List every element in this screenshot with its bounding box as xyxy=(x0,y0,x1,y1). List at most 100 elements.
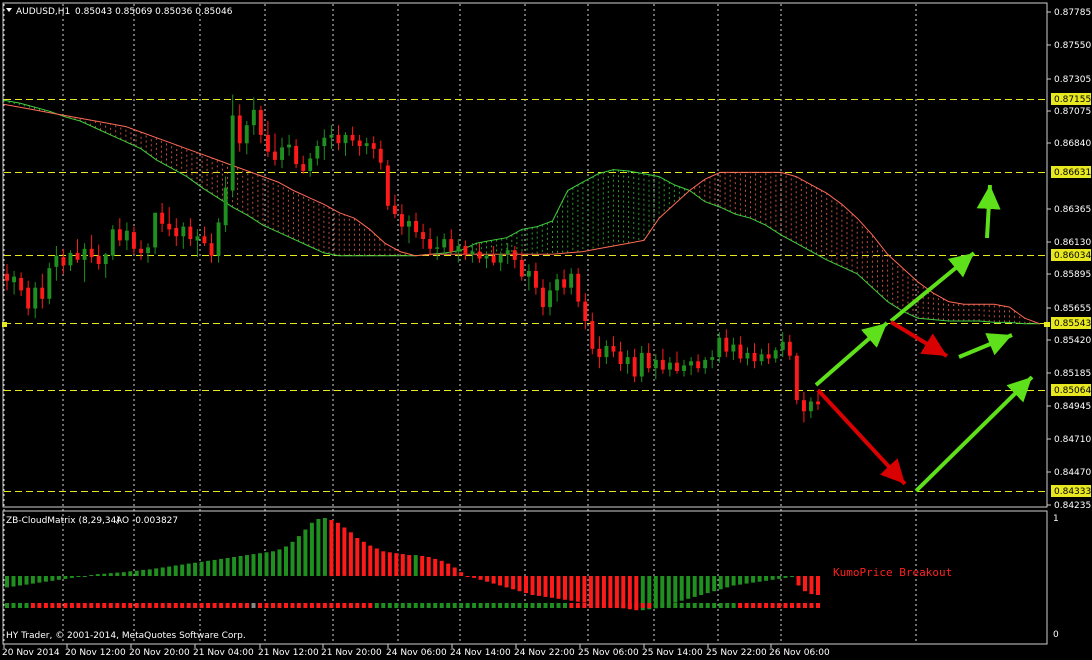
candle-body xyxy=(646,352,651,369)
signal-dot xyxy=(757,603,762,608)
signal-dot xyxy=(504,603,509,608)
signal-dot xyxy=(478,603,483,608)
ao-bar xyxy=(348,532,353,576)
time-tick-label: 26 Nov 06:00 xyxy=(769,648,830,658)
signal-dot xyxy=(258,603,262,608)
signal-dot xyxy=(69,603,74,608)
signal-dot xyxy=(569,603,574,608)
ao-bar xyxy=(608,576,613,607)
ao-bar xyxy=(108,573,113,576)
candle-body xyxy=(442,239,447,248)
candle-body xyxy=(435,247,440,249)
signal-dot xyxy=(459,603,464,608)
candle-body xyxy=(653,359,658,369)
ao-bar xyxy=(141,569,146,576)
ao-bar xyxy=(666,576,671,605)
candle-body xyxy=(787,341,792,356)
candle-body xyxy=(181,226,186,237)
candle-body xyxy=(371,143,376,149)
signal-dot xyxy=(725,603,730,608)
ao-bar xyxy=(426,557,431,576)
signal-dot xyxy=(511,603,516,608)
signal-dot xyxy=(803,603,807,608)
ao-bar xyxy=(251,554,256,576)
ao-bar xyxy=(271,551,275,576)
ao-bar xyxy=(816,576,820,595)
ao-bar xyxy=(154,568,159,576)
candle-body xyxy=(660,359,665,370)
signal-dot xyxy=(439,603,444,608)
ao-bar xyxy=(511,576,516,590)
candle-body xyxy=(153,212,158,248)
ao-bar xyxy=(679,576,684,601)
signal-dot xyxy=(141,603,146,608)
candle-body xyxy=(54,255,59,267)
candle-body xyxy=(110,229,115,256)
ao-bar xyxy=(212,559,217,576)
ao-bar xyxy=(400,554,405,576)
ao-bar xyxy=(342,527,347,576)
ao-bar xyxy=(43,576,48,582)
signal-dot xyxy=(37,603,42,608)
signal-dot xyxy=(309,603,314,608)
signal-dot xyxy=(640,603,645,608)
ao-bar xyxy=(485,576,490,582)
ao-bar xyxy=(134,570,139,576)
candle-body xyxy=(280,147,284,160)
time-tick-label: 20 Nov 12:00 xyxy=(65,648,126,658)
ao-bar xyxy=(63,576,68,579)
candle-body xyxy=(350,134,355,141)
candle-body xyxy=(752,352,757,362)
signal-dot xyxy=(316,603,321,608)
candle-body xyxy=(216,222,221,256)
ao-bar xyxy=(37,576,42,583)
signal-dot xyxy=(193,603,198,608)
ao-bar xyxy=(193,562,198,576)
candle-body xyxy=(294,146,299,165)
ao-bar xyxy=(199,561,204,577)
ao-bar xyxy=(575,576,580,602)
ao-bar xyxy=(206,560,211,576)
candle-body xyxy=(287,144,291,148)
candle-body xyxy=(209,243,214,256)
ao-bar xyxy=(24,576,29,585)
indicator-title: ZB-CloudMatrix (8,29,34) xyxy=(6,516,120,526)
signal-dot xyxy=(30,603,35,608)
ao-bar xyxy=(517,576,522,592)
level-label: 0.84333 xyxy=(1054,487,1091,497)
ao-bar xyxy=(718,576,723,590)
signal-dot xyxy=(543,603,548,608)
ao-bar xyxy=(601,576,606,606)
ao-bar xyxy=(284,546,288,576)
ao-bar xyxy=(128,571,133,577)
signal-dot xyxy=(108,603,113,608)
candle-body xyxy=(548,290,552,308)
signal-dot xyxy=(550,603,554,608)
ao-bar xyxy=(504,576,509,588)
candle-body xyxy=(230,115,235,191)
candle-body xyxy=(583,301,588,321)
current-price-marker-left xyxy=(2,322,7,327)
signal-dot xyxy=(24,603,29,608)
signal-dot xyxy=(809,603,814,608)
ohlc-label: 0.85043 0.85069 0.85036 0.85046 xyxy=(75,7,233,17)
signal-dot xyxy=(556,603,561,608)
ao-bar xyxy=(790,576,794,577)
ao-bar xyxy=(498,576,503,586)
ao-bar xyxy=(394,553,399,576)
ao-bar xyxy=(290,541,295,576)
signal-dot xyxy=(666,603,671,608)
ao-value-label: AO -0.003827 xyxy=(116,516,178,526)
candle-body xyxy=(47,268,52,299)
ao-bar xyxy=(18,576,22,586)
kumoprice-breakout-annotation: KumoPrice Breakout xyxy=(833,566,952,579)
ao-bar xyxy=(225,558,230,577)
ao-bar xyxy=(712,576,717,592)
time-tick-label: 24 Nov 14:00 xyxy=(450,648,511,658)
price-tick-label: 0.84470 xyxy=(1054,468,1091,478)
signal-dot xyxy=(5,603,9,608)
indicator-axis-bottom: 0 xyxy=(1053,630,1059,640)
signal-dot xyxy=(355,603,360,608)
candle-body xyxy=(378,148,383,163)
price-tick-label: 0.87550 xyxy=(1054,41,1091,51)
